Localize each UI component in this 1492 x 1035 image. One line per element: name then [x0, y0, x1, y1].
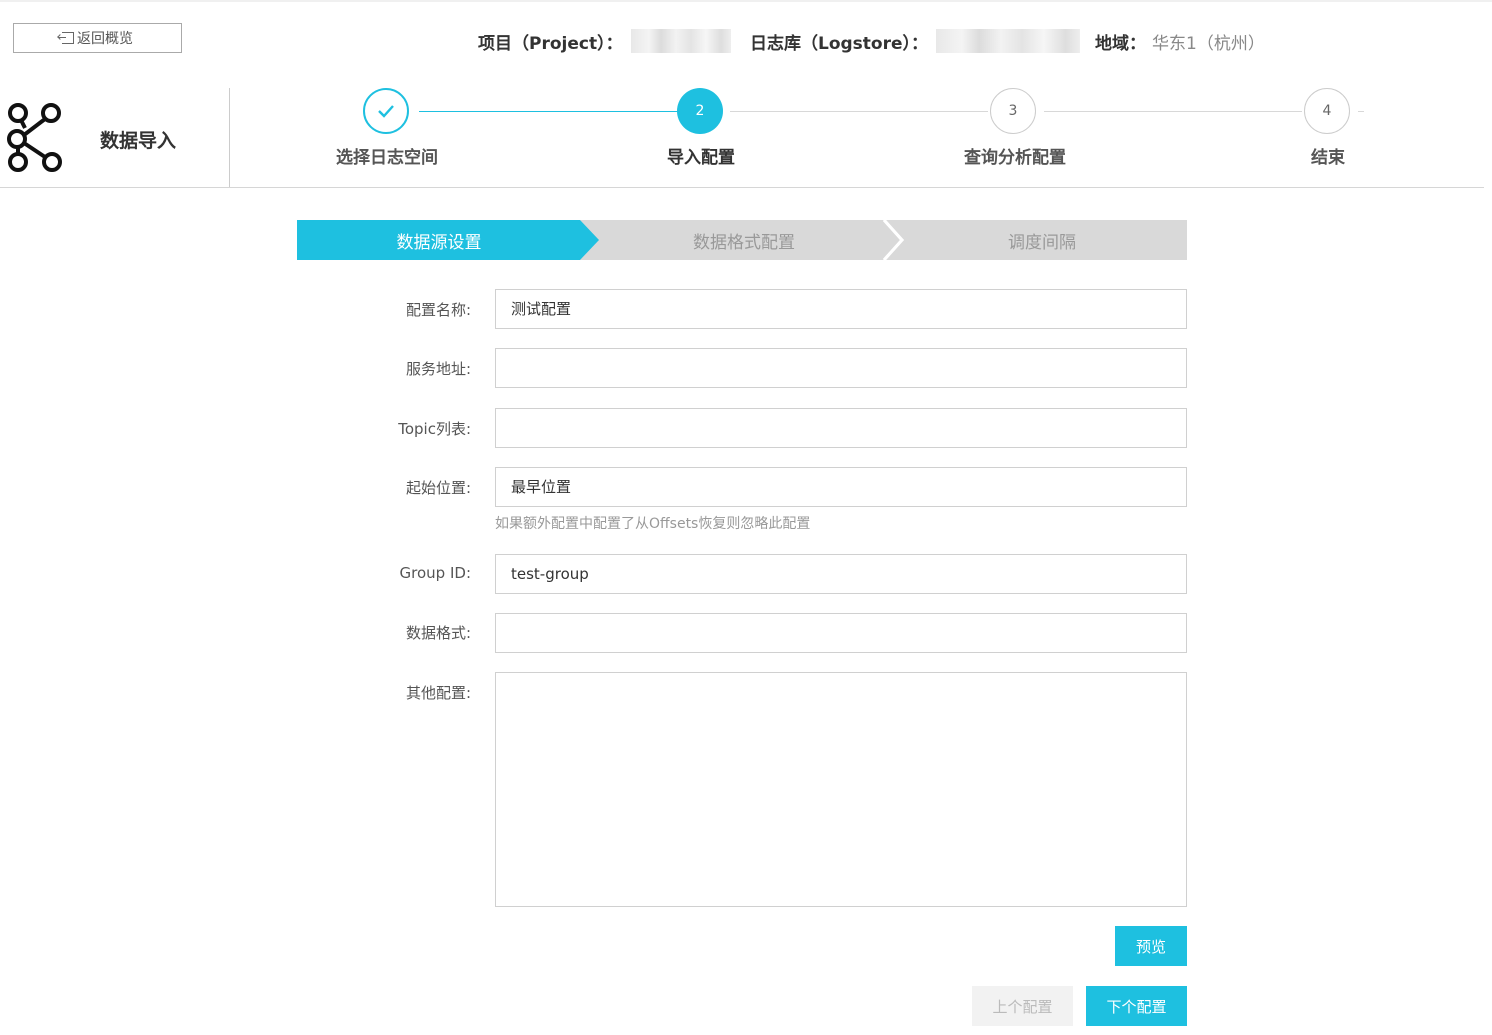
back-to-overview-button[interactable]: 返回概览 — [13, 23, 182, 53]
prev-config-button[interactable]: 上个配置 — [972, 986, 1073, 1026]
logstore-value-redacted — [936, 29, 1081, 53]
step-1-circle — [363, 88, 409, 134]
step-connector-2 — [730, 111, 988, 112]
region-value: 华东1（杭州） — [1152, 33, 1265, 54]
other-config-textarea[interactable] — [495, 672, 1187, 907]
logstore-info: 日志库（Logstore）： — [750, 28, 1081, 54]
top-border — [0, 0, 1492, 2]
service-address-label: 服务地址: — [405, 360, 471, 378]
step-3-circle: 3 — [990, 88, 1036, 134]
group-id-input[interactable]: test-group — [495, 554, 1187, 594]
topic-list-input[interactable] — [495, 408, 1187, 448]
tab-data-format[interactable]: 数据格式配置 — [584, 220, 904, 260]
step-4-circle: 4 — [1304, 88, 1350, 134]
region-label: 地域： — [1095, 33, 1146, 54]
step-connector-tail — [1358, 111, 1364, 112]
step-1-label: 选择日志空间 — [336, 148, 438, 168]
group-id-label: Group ID: — [399, 564, 471, 582]
back-exit-icon — [58, 32, 74, 44]
start-position-select[interactable]: 最早位置 — [495, 467, 1187, 507]
step-2-label: 导入配置 — [667, 148, 735, 168]
config-name-input[interactable]: 测试配置 — [495, 289, 1187, 329]
start-position-help: 如果额外配置中配置了从Offsets恢复则忽略此配置 — [495, 516, 811, 532]
tab-separator-chevron-3 — [1184, 220, 1208, 260]
tab-schedule-interval[interactable]: 调度间隔 — [897, 220, 1187, 260]
start-position-label: 起始位置: — [405, 479, 471, 497]
step-2-circle: 2 — [677, 88, 723, 134]
project-value-redacted — [630, 29, 731, 53]
brand-title: 数据导入 — [100, 130, 177, 152]
data-import-icon — [7, 103, 62, 172]
data-format-select[interactable] — [495, 613, 1187, 653]
other-config-label: 其他配置: — [405, 684, 471, 702]
logstore-label: 日志库（Logstore）： — [750, 33, 929, 54]
check-icon — [378, 105, 394, 118]
region-info: 地域： 华东1（杭州） — [1095, 28, 1265, 54]
header-divider — [0, 187, 1484, 188]
data-format-label: 数据格式: — [405, 624, 471, 642]
topic-list-label: Topic列表: — [398, 420, 471, 438]
brand-panel: 数据导入 — [0, 88, 230, 188]
service-address-input[interactable] — [495, 348, 1187, 388]
next-config-button[interactable]: 下个配置 — [1086, 986, 1187, 1026]
project-label: 项目（Project）： — [478, 33, 623, 54]
tab-separator-chevron-2 — [882, 220, 905, 260]
step-4-label: 结束 — [1311, 148, 1345, 168]
config-name-label: 配置名称: — [405, 301, 471, 319]
step-connector-3 — [1044, 111, 1302, 112]
tab-data-source[interactable]: 数据源设置 — [297, 220, 599, 260]
preview-button[interactable]: 预览 — [1115, 926, 1187, 966]
wizard-tabs: 数据源设置 数据格式配置 调度间隔 — [297, 220, 1187, 260]
back-button-label: 返回概览 — [77, 31, 133, 47]
step-3-label: 查询分析配置 — [964, 148, 1066, 168]
step-connector-1 — [419, 111, 678, 112]
project-info: 项目（Project）： — [478, 28, 731, 54]
